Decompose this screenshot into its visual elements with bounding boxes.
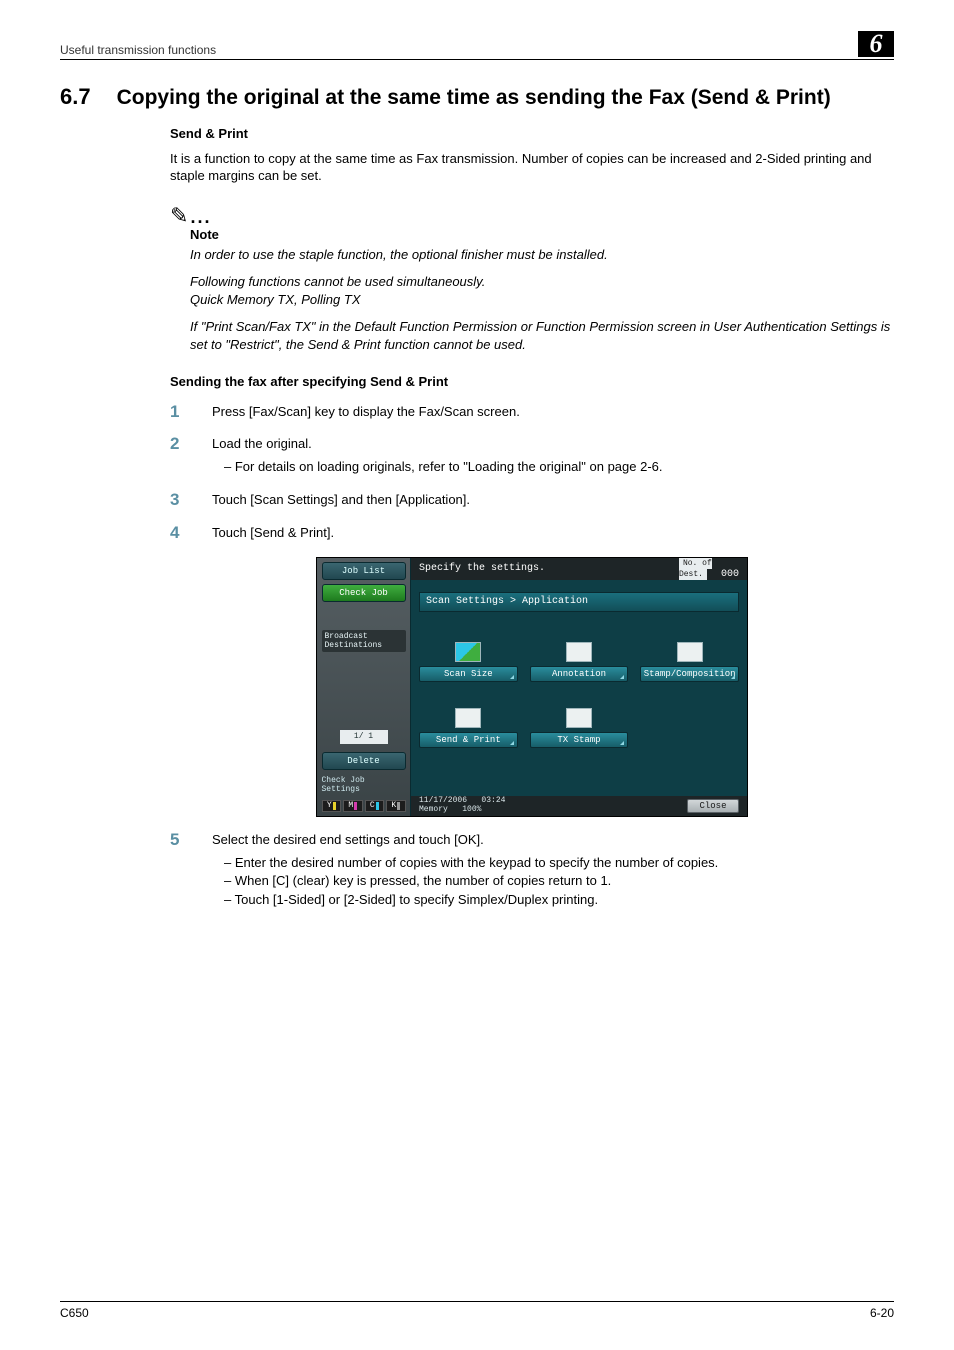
step-bullet: Touch [1-Sided] or [2-Sided] to specify … [212, 891, 718, 910]
stamp-composition-icon [677, 642, 703, 662]
toner-c: C [365, 800, 385, 812]
step-number: 3 [170, 491, 188, 510]
step-body: Press [Fax/Scan] key to display the Fax/… [212, 403, 520, 422]
intro-text: It is a function to copy at the same tim… [170, 151, 894, 185]
annotation-icon [566, 642, 592, 662]
step-text: Select the desired end settings and touc… [212, 832, 484, 847]
annotation-button[interactable]: Annotation [530, 626, 629, 682]
stamp-composition-button[interactable]: Stamp/Composition [640, 626, 739, 682]
panel-main: Specify the settings. No. of Dest. 000 S… [411, 558, 747, 816]
step-body: Touch [Send & Print]. [212, 524, 334, 543]
step-body: Load the original. For details on loadin… [212, 435, 663, 477]
panel-sidebar: Job List Check Job Broadcast Destination… [317, 558, 411, 816]
toner-m: M [343, 800, 363, 812]
toner-y: Y [322, 800, 342, 812]
note-p2: Following functions cannot be used simul… [190, 273, 894, 308]
section-heading: Copying the original at the same time as… [117, 86, 831, 110]
footer-left: C650 [60, 1306, 89, 1320]
page-indicator: 1/ 1 [340, 730, 388, 744]
running-head: Useful transmission functions [60, 43, 216, 57]
toner-k: K [386, 800, 406, 812]
section-title: 6.7 Copying the original at the same tim… [60, 84, 894, 110]
step-body: Touch [Scan Settings] and then [Applicat… [212, 491, 470, 510]
note-label: Note [190, 227, 894, 242]
dest-count-value: 000 [721, 569, 739, 580]
tx-stamp-icon [566, 708, 592, 728]
note-block: ✎... Note In order to use the staple fun… [170, 203, 894, 354]
intro-subtitle: Send & Print [170, 126, 894, 141]
close-button[interactable]: Close [687, 799, 739, 813]
chapter-indicator: 6 [858, 31, 894, 57]
breadcrumb: Scan Settings > Application [419, 592, 739, 612]
job-list-button[interactable]: Job List [322, 562, 406, 580]
panel-datetime: 11/17/2006 03:24 Memory 100% [419, 797, 505, 815]
footer-right: 6-20 [870, 1306, 894, 1320]
step-1: 1 Press [Fax/Scan] key to display the Fa… [170, 403, 894, 422]
note-body: In order to use the staple function, the… [190, 246, 894, 354]
page-footer: C650 6-20 [60, 1301, 894, 1320]
broadcast-destinations-label: Broadcast Destinations [322, 630, 406, 652]
section-number: 6.7 [60, 84, 91, 110]
scan-size-button[interactable]: Scan Size [419, 626, 518, 682]
send-print-icon [455, 708, 481, 728]
panel-topbar: Specify the settings. No. of Dest. 000 [411, 558, 747, 580]
step-3: 3 Touch [Scan Settings] and then [Applic… [170, 491, 894, 510]
step-4: 4 Touch [Send & Print]. [170, 524, 894, 543]
step-bullet: When [C] (clear) key is pressed, the num… [212, 872, 718, 891]
procedure-heading: Sending the fax after specifying Send & … [170, 374, 894, 389]
step-2: 2 Load the original. For details on load… [170, 435, 894, 477]
toner-levels: Y M C K [322, 800, 406, 812]
send-print-button[interactable]: Send & Print [419, 692, 518, 748]
step-number: 1 [170, 403, 188, 422]
check-job-settings-link[interactable]: Check Job Settings [322, 776, 406, 794]
check-job-button[interactable]: Check Job [322, 584, 406, 602]
step-number: 5 [170, 831, 188, 850]
delete-button[interactable]: Delete [322, 752, 406, 770]
note-icon: ✎... [170, 203, 894, 229]
step-5: 5 Select the desired end settings and to… [170, 831, 894, 910]
note-p3: If "Print Scan/Fax TX" in the Default Fu… [190, 318, 894, 353]
step-number: 2 [170, 435, 188, 454]
step-bullet: For details on loading originals, refer … [212, 458, 663, 477]
step-number: 4 [170, 524, 188, 543]
note-p1: In order to use the staple function, the… [190, 246, 894, 264]
step-body: Select the desired end settings and touc… [212, 831, 718, 910]
screenshot: Job List Check Job Broadcast Destination… [170, 557, 894, 817]
panel-bottombar: 11/17/2006 03:24 Memory 100% Close [411, 796, 747, 816]
page-header: Useful transmission functions 6 [60, 30, 894, 60]
step-bullet: Enter the desired number of copies with … [212, 854, 718, 873]
step-text: Load the original. [212, 436, 312, 451]
tx-stamp-button[interactable]: TX Stamp [530, 692, 629, 748]
device-panel: Job List Check Job Broadcast Destination… [316, 557, 748, 817]
top-instruction: Specify the settings. [419, 563, 545, 574]
dest-count-label: No. of Dest. [679, 558, 712, 580]
scan-size-icon [455, 642, 481, 662]
